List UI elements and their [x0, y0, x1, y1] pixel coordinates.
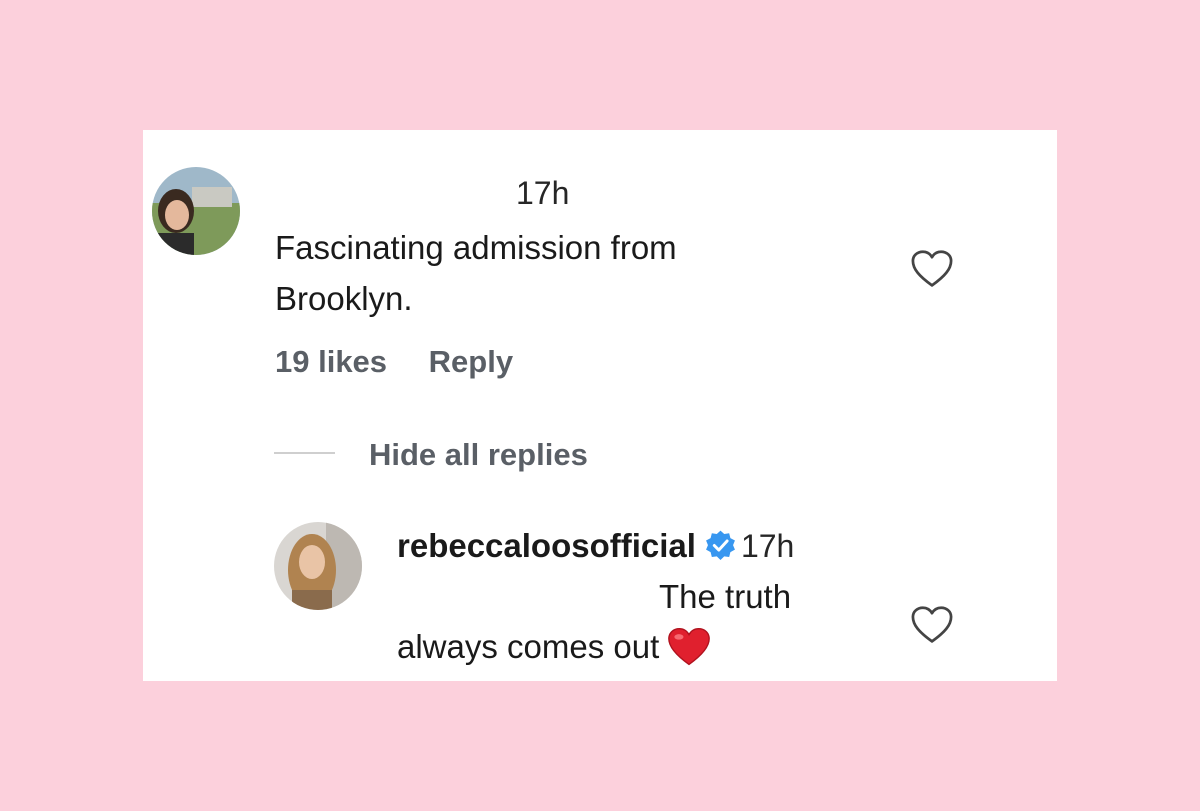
- avatar[interactable]: [152, 167, 240, 255]
- reply-button[interactable]: Reply: [429, 342, 513, 382]
- verified-badge-icon: [706, 530, 735, 560]
- avatar[interactable]: [274, 522, 362, 610]
- likes-count[interactable]: 19 likes: [275, 342, 387, 382]
- reply-text-line: always comes out: [397, 628, 660, 665]
- comment-text-line: Brooklyn.: [275, 280, 413, 317]
- hide-replies-button[interactable]: Hide all replies: [369, 435, 588, 475]
- comment-thread-card: 17h Fascinating admission from Brooklyn.…: [143, 130, 1057, 681]
- comment-timestamp: 17h: [516, 175, 570, 211]
- reply-timestamp: 17h: [740, 528, 795, 564]
- heart-outline-icon: [911, 250, 953, 287]
- reply-text-line: The truth: [659, 578, 792, 615]
- heart-outline-icon: [911, 606, 953, 643]
- like-button[interactable]: [910, 605, 954, 645]
- reply-text-line-2: always comes out: [397, 625, 711, 669]
- comment-actions: 19 likes Reply: [275, 342, 513, 382]
- reply-username[interactable]: rebeccaloosofficial: [397, 527, 696, 564]
- like-button[interactable]: [910, 249, 954, 289]
- comment-text: Fascinating admission from Brooklyn.: [275, 222, 875, 324]
- reply-header: rebeccaloosofficial 17h: [397, 525, 794, 567]
- comment-text-line: Fascinating admission from: [275, 229, 677, 266]
- red-heart-emoji-icon: [668, 627, 711, 666]
- replies-divider: [274, 452, 335, 454]
